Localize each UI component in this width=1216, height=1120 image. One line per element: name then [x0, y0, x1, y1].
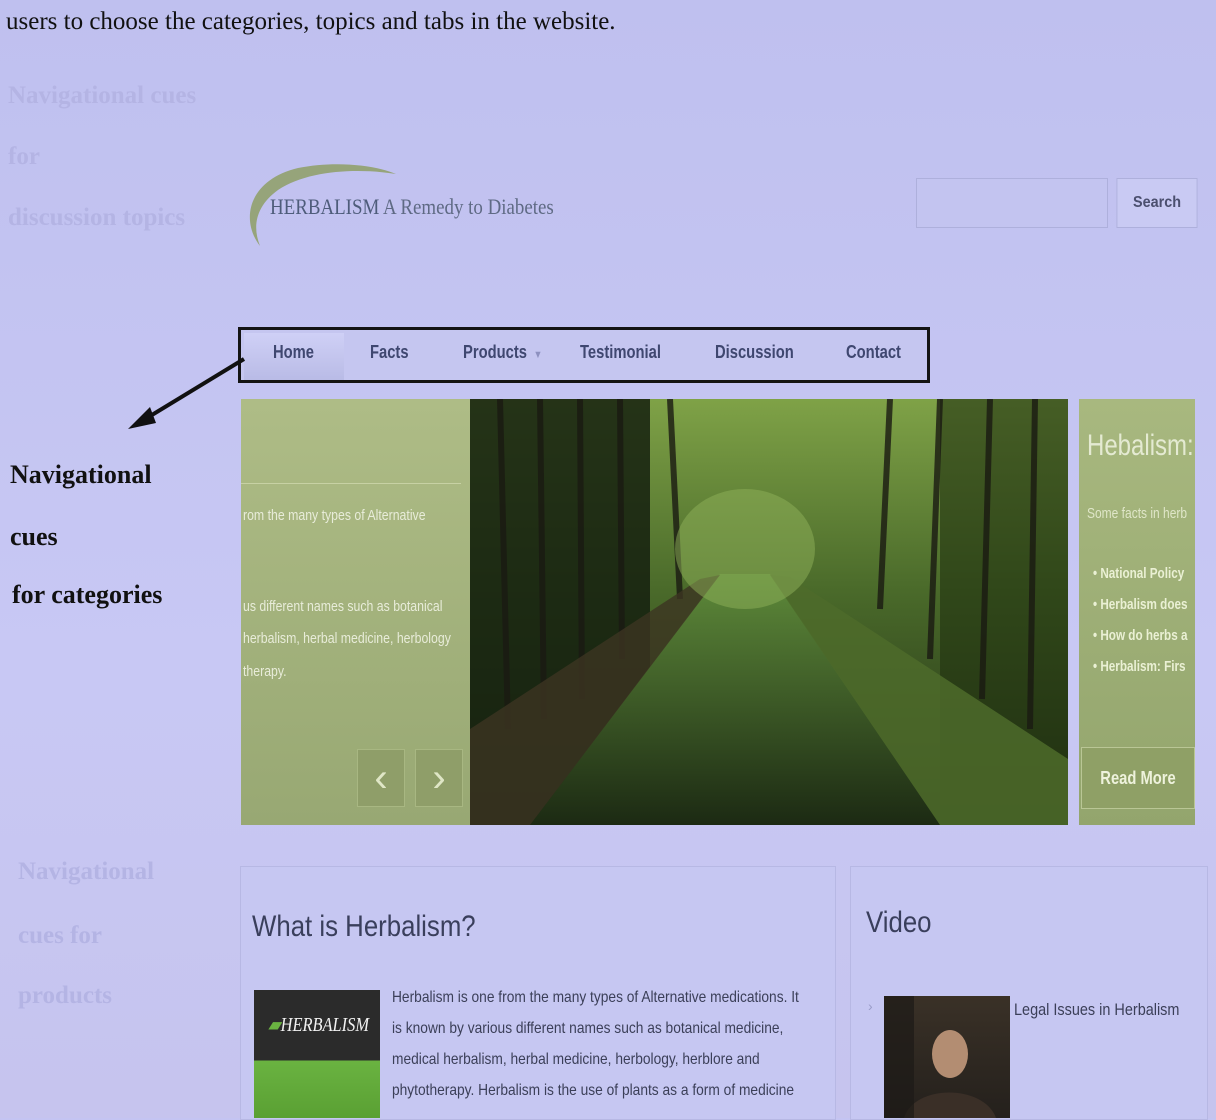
search-button[interactable]: Search	[1116, 178, 1198, 228]
site-logo[interactable]: HERBALISM A Remedy to Diabetes	[238, 160, 568, 250]
slider-left-line: herbalism, herbal medicine, herbology	[243, 630, 451, 647]
nav-item-discussion[interactable]: Discussion	[715, 342, 794, 363]
read-more-label: Read More	[1100, 767, 1176, 788]
hero-slider: rom the many types of Alternative us dif…	[241, 399, 1195, 825]
slider-list-item-label: Herbalism does	[1100, 596, 1188, 613]
slider-right-title: Hebalism: F	[1087, 429, 1195, 462]
slider-right-panel: Hebalism: F Some facts in herb • Nationa…	[1079, 399, 1195, 825]
nav-item-contact-label: Contact	[846, 342, 901, 362]
ghost-text-1: Navigational cues	[8, 82, 197, 109]
read-more-button[interactable]: Read More	[1081, 747, 1195, 809]
annotation-line-2: cues	[10, 522, 58, 551]
slider-list-item-label: National Policy	[1100, 565, 1185, 582]
slider-list-item[interactable]: • National Policy	[1093, 565, 1184, 582]
nav-item-products-label: Products	[463, 342, 527, 362]
annotation-line-1: Navigational	[10, 460, 152, 489]
slider-list-item-label: How do herbs a	[1100, 627, 1188, 644]
ghost-text-6: products	[18, 982, 113, 1009]
book-label: ▰HERBALISM	[268, 1012, 369, 1037]
nav-item-testimonial[interactable]: Testimonial	[580, 342, 661, 363]
video-person-icon	[884, 996, 996, 1118]
what-is-body: Herbalism is one from the many types of …	[392, 982, 799, 1106]
slider-left-line: us different names such as botanical	[243, 598, 443, 615]
slider-prev-button[interactable]: ‹	[357, 749, 405, 807]
leaf-icon: ▰	[268, 1014, 281, 1036]
slider-list-item[interactable]: • Herbalism does	[1093, 596, 1187, 613]
nav-item-contact[interactable]: Contact	[846, 342, 901, 363]
slider-list-item[interactable]: • Herbalism: Firs	[1093, 658, 1186, 675]
logo-tagline: A Remedy to Diabetes	[383, 194, 554, 219]
nav-item-facts-label: Facts	[370, 342, 409, 362]
nav-item-discussion-label: Discussion	[715, 342, 794, 362]
ghost-text-3: discussion topics	[8, 204, 186, 231]
main-nav: Home Facts Products ▼ Testimonial Discuss…	[238, 327, 930, 383]
video-title: Video	[866, 906, 932, 939]
slider-left-panel: rom the many types of Alternative us dif…	[241, 399, 471, 825]
chevron-down-icon: ▼	[533, 349, 543, 361]
nav-item-home-label: Home	[273, 342, 315, 362]
slider-left-line: rom the many types of Alternative	[243, 507, 426, 524]
video-item-title[interactable]: Legal Issues in Herbalism	[1014, 1000, 1179, 1020]
slider-next-button[interactable]: ›	[415, 749, 463, 807]
search-input[interactable]	[916, 178, 1108, 228]
nav-item-facts[interactable]: Facts	[370, 342, 409, 363]
book-label-text: HERBALISM	[280, 1014, 369, 1036]
annotation-arrow-icon	[128, 357, 246, 429]
slider-list-item-label: Herbalism: Firs	[1100, 658, 1186, 675]
slider-left-line: therapy.	[243, 663, 287, 680]
video-thumbnail[interactable]	[884, 996, 1010, 1118]
body-line: is known by various different names such…	[392, 1020, 784, 1037]
herbalism-book-image: ▰HERBALISM	[254, 990, 380, 1118]
nav-item-products[interactable]: Products ▼	[463, 342, 542, 363]
chevron-right-icon: ›	[868, 998, 873, 1014]
logo-text: HERBALISM A Remedy to Diabetes	[270, 194, 554, 220]
what-is-title: What is Herbalism?	[252, 910, 476, 943]
body-line: medical herbalism, herbal medicine, herb…	[392, 1051, 760, 1068]
annotation-line-3: for categories	[12, 580, 163, 609]
forest-canal-image	[470, 399, 1068, 825]
body-line: Herbalism is one from the many types of …	[392, 989, 799, 1006]
body-line: phytotherapy. Herbalism is the use of pl…	[392, 1082, 795, 1099]
logo-brand: HERBALISM	[270, 194, 380, 219]
slider-list-item[interactable]: • How do herbs a	[1093, 627, 1187, 644]
intro-text: users to choose the categories, topics a…	[6, 8, 616, 35]
slider-divider	[241, 483, 461, 484]
ghost-text-5: cues for	[18, 922, 102, 949]
nav-item-testimonial-label: Testimonial	[580, 342, 661, 362]
nav-item-home[interactable]: Home	[273, 342, 314, 363]
ghost-text-2: for	[8, 143, 40, 170]
slider-right-subtitle: Some facts in herb	[1087, 505, 1188, 522]
ghost-text-4: Navigational	[18, 858, 155, 885]
